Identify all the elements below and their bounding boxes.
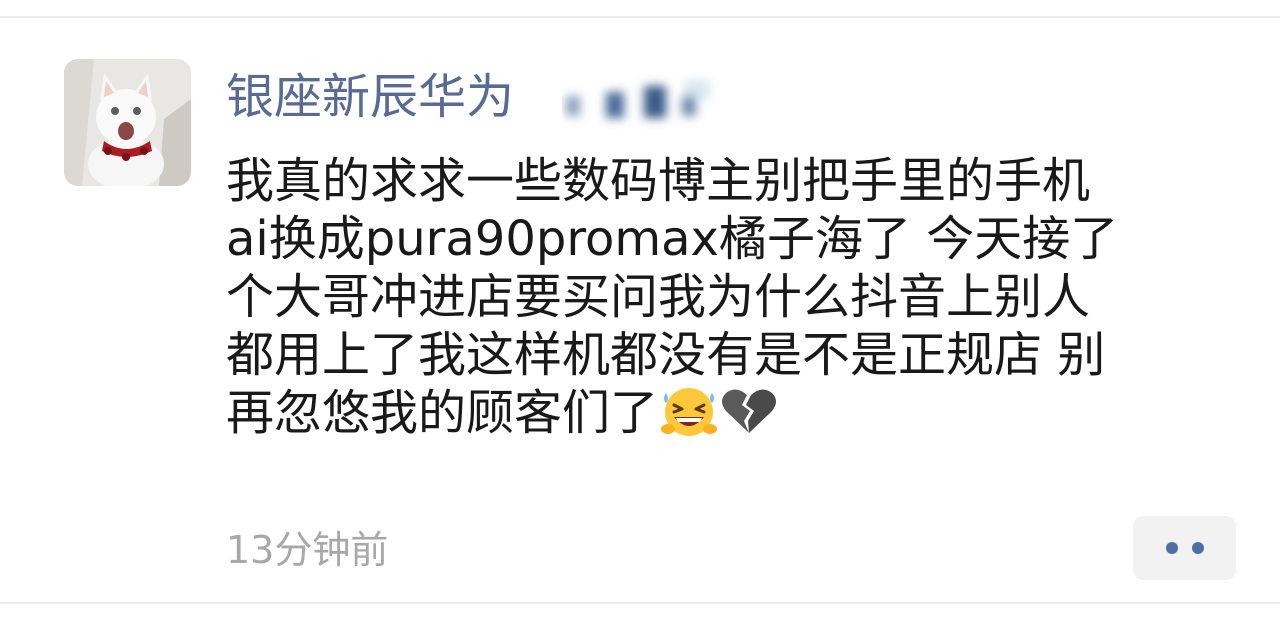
blurred-username-suffix	[566, 80, 710, 118]
cat-avatar-image	[64, 59, 191, 186]
broken-heart-emoji	[720, 385, 778, 450]
post-timestamp: 13分钟前	[226, 528, 389, 572]
author-name[interactable]: 银座新辰华为	[226, 62, 514, 132]
bottom-divider	[0, 602, 1280, 604]
content-line-text: 再忽悠我的顾客们了	[226, 385, 659, 441]
content-line: 我真的求求一些数码博主别把手里的手机	[226, 153, 1091, 209]
more-dot-icon	[1165, 542, 1178, 554]
content-line-last: 再忽悠我的顾客们了	[226, 384, 1236, 442]
content-line: 都用上了我这样机都没有是不是正规店 别	[226, 327, 1106, 383]
more-options-button[interactable]	[1133, 516, 1236, 580]
avatar[interactable]	[64, 59, 191, 186]
content-line: 个大哥冲进店要买问我为什么抖音上别人	[226, 269, 1091, 325]
content-line: ai换成pura90promax橘子海了 今天接了	[226, 211, 1119, 267]
more-dot-icon	[1191, 542, 1204, 554]
post-content: 我真的求求一些数码博主别把手里的手机 ai换成pura90promax橘子海了 …	[226, 152, 1236, 442]
top-divider	[0, 16, 1280, 18]
grinning-squinting-sweat-emoji	[660, 385, 718, 450]
